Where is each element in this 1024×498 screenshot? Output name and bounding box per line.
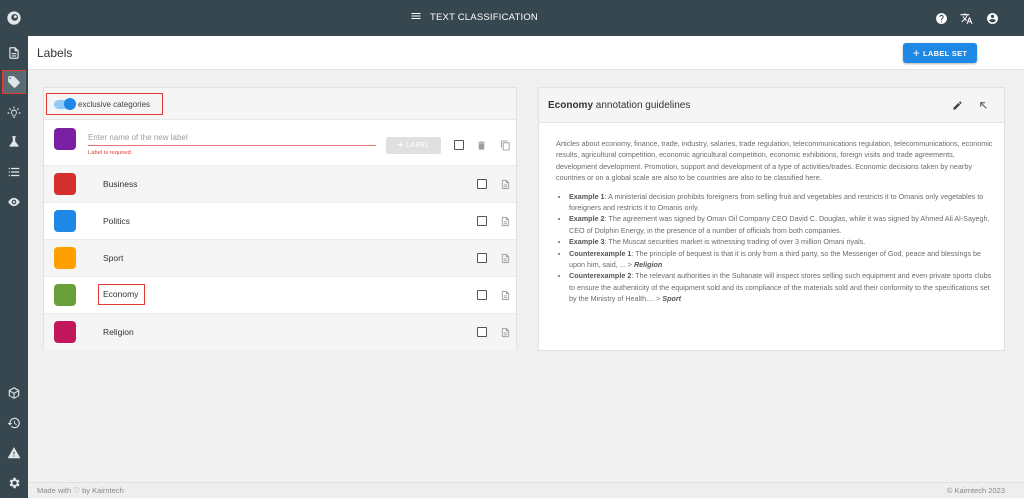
label-row-economy[interactable]: Economy [44, 276, 516, 313]
label-checkbox[interactable] [477, 179, 487, 189]
settings-icon[interactable] [4, 473, 24, 493]
guidelines-body: Articles about economy, finance, trade, … [556, 138, 994, 305]
guidelines-title-suffix: annotation guidelines [593, 100, 691, 111]
exclusive-categories-toggle[interactable]: exclusive categories [46, 93, 163, 115]
label-checkbox[interactable] [477, 253, 487, 263]
page-title: Labels [37, 46, 73, 60]
label-name-selected[interactable]: Economy [97, 284, 146, 305]
logo-icon[interactable] [4, 8, 24, 28]
add-label-set-button[interactable]: + LABEL SET [903, 43, 977, 63]
label-checkbox[interactable] [477, 216, 487, 226]
labels-panel: exclusive categories Label is required +… [43, 87, 517, 350]
top-bar: TEXT CLASSIFICATION [28, 0, 1024, 36]
add-label-set-label: LABEL SET [923, 48, 968, 58]
documents-icon[interactable] [4, 43, 24, 63]
toggle-switch[interactable] [54, 97, 76, 110]
guidelines-icon[interactable] [499, 289, 511, 301]
app-title-text: TEXT CLASSIFICATION [430, 12, 538, 23]
label-color-swatch[interactable] [54, 284, 76, 306]
list-icon[interactable] [4, 162, 24, 182]
select-all-checkbox[interactable] [454, 140, 464, 150]
add-label-button[interactable]: + LABEL [386, 137, 441, 154]
guidelines-title: Economy annotation guidelines [548, 100, 690, 111]
translate-icon[interactable] [959, 11, 973, 25]
example-item: Example 2: The agreement was signed by O… [569, 213, 994, 236]
counterexample-item: Counterexample 1: The principle of beque… [569, 248, 994, 271]
guidelines-header: Economy annotation guidelines [539, 88, 1004, 123]
label-name[interactable]: Sport [103, 253, 123, 263]
menu-icon[interactable] [410, 10, 422, 25]
account-icon[interactable] [985, 11, 999, 25]
label-name[interactable]: Politics [103, 216, 130, 226]
footer-credit: Made with ♡ by Kairntech [37, 486, 124, 495]
guidelines-examples: Example 1: A ministerial decision prohib… [556, 191, 994, 305]
label-row-sport[interactable]: Sport [44, 239, 516, 276]
guidelines-icon[interactable] [499, 326, 511, 338]
footer-copyright: © Kairntech 2023 [946, 486, 1005, 495]
example-item: Example 1: A ministerial decision prohib… [569, 191, 994, 214]
edit-icon[interactable] [951, 99, 963, 111]
experiments-icon[interactable] [4, 132, 24, 152]
label-name[interactable]: Business [103, 179, 138, 189]
guidelines-panel: Economy annotation guidelines Articles a… [538, 87, 1005, 351]
box-icon[interactable] [4, 383, 24, 403]
label-name[interactable]: Religion [103, 327, 134, 337]
collapse-icon[interactable] [977, 99, 989, 111]
ideas-icon[interactable] [4, 103, 24, 123]
label-row-politics[interactable]: Politics [44, 202, 516, 239]
add-label-button-text: LABEL [406, 142, 430, 149]
page-header: Labels + LABEL SET [28, 36, 1024, 70]
guidelines-icon[interactable] [499, 252, 511, 264]
eye-icon[interactable] [4, 192, 24, 212]
label-color-swatch[interactable] [54, 210, 76, 232]
labels-icon[interactable] [2, 70, 26, 94]
label-checkbox[interactable] [477, 290, 487, 300]
label-color-swatch[interactable] [54, 321, 76, 343]
new-label-row: Label is required + LABEL [44, 121, 516, 161]
plus-icon: + [397, 139, 405, 151]
guidelines-intro: Articles about economy, finance, trade, … [556, 139, 993, 183]
guidelines-icon[interactable] [499, 215, 511, 227]
exclusive-categories-row: exclusive categories [44, 88, 516, 120]
guidelines-icon[interactable] [499, 178, 511, 190]
counterexample-item: Counterexample 2: The relevant authoriti… [569, 270, 994, 304]
label-row-religion[interactable]: Religion [44, 313, 516, 350]
label-color-swatch[interactable] [54, 173, 76, 195]
label-checkbox[interactable] [477, 327, 487, 337]
label-color-swatch[interactable] [54, 247, 76, 269]
label-row-business[interactable]: Business [44, 165, 516, 202]
guidelines-label-name: Economy [548, 100, 594, 111]
footer: Made with ♡ by Kairntech © Kairntech 202… [28, 482, 1024, 498]
history-icon[interactable] [4, 413, 24, 433]
delete-icon[interactable] [475, 139, 487, 151]
example-item: Example 3: The Muscat securities market … [569, 236, 994, 247]
app-title[interactable]: TEXT CLASSIFICATION [410, 10, 538, 25]
exclusive-categories-label: exclusive categories [78, 99, 151, 109]
new-label-color-picker[interactable] [54, 128, 76, 150]
copy-icon[interactable] [499, 139, 511, 151]
new-label-name-input[interactable] [88, 130, 376, 146]
help-icon[interactable] [934, 11, 948, 25]
plus-icon: + [912, 46, 921, 60]
sidebar [0, 0, 28, 498]
label-required-error: Label is required [88, 150, 131, 156]
warning-icon[interactable] [4, 443, 24, 463]
